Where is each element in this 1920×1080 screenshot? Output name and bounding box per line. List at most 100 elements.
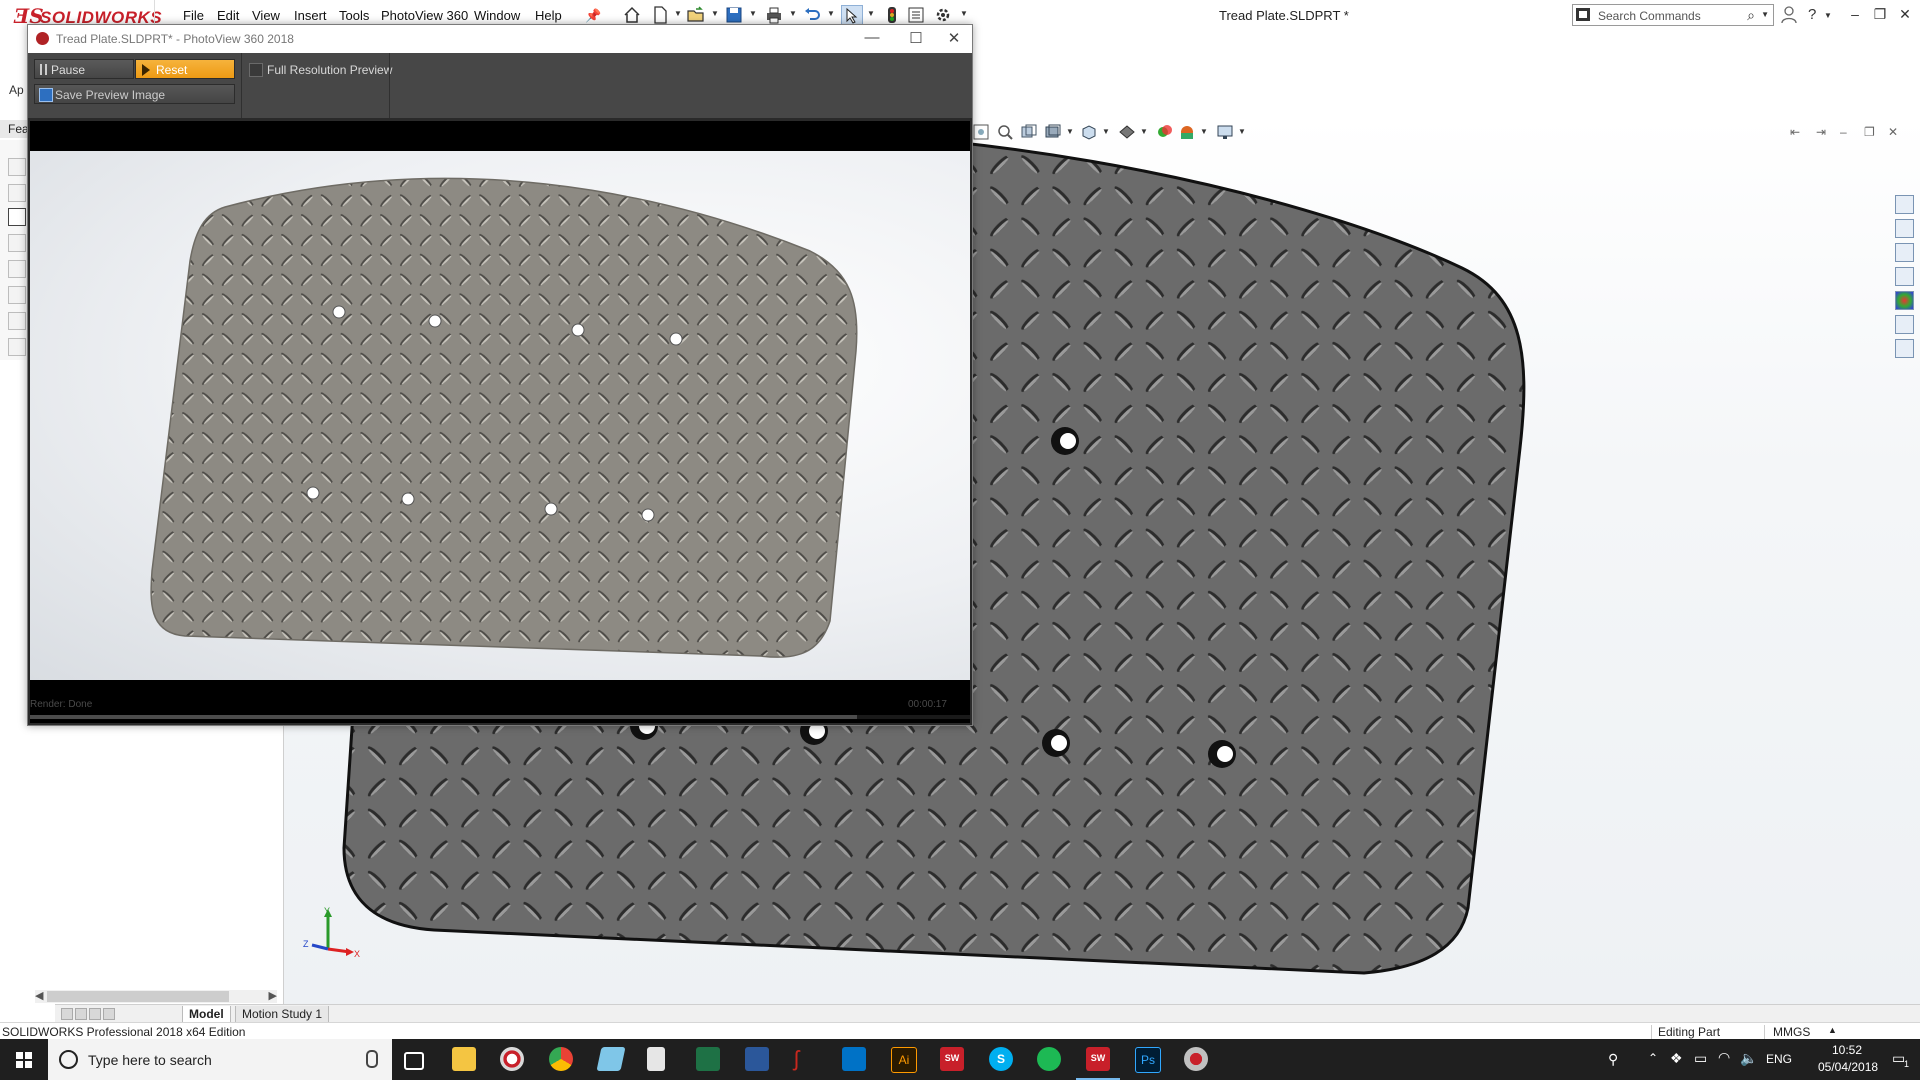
skype-icon[interactable]: S — [989, 1047, 1013, 1071]
tile-right-icon[interactable]: ⇥ — [1816, 125, 1826, 139]
render-app-icon[interactable] — [1184, 1047, 1208, 1071]
new-document-icon[interactable] — [650, 5, 670, 25]
photoview-close-button[interactable]: ✕ — [939, 29, 969, 47]
calculator-icon[interactable] — [647, 1047, 665, 1071]
dimension-icon[interactable] — [8, 234, 26, 252]
scroll-left-icon[interactable]: ◀ — [35, 989, 43, 1002]
menu-file[interactable]: File — [183, 8, 204, 23]
open-folder-icon[interactable] — [686, 5, 706, 25]
windows-start-icon[interactable] — [0, 1039, 48, 1080]
input-language[interactable]: ENG — [1766, 1052, 1792, 1066]
notes-icon[interactable] — [596, 1047, 626, 1071]
microphone-icon[interactable] — [366, 1050, 378, 1068]
reset-button[interactable]: Reset — [135, 59, 235, 79]
minimize-button[interactable]: – — [1844, 6, 1866, 22]
chevron-down-icon[interactable]: ▼ — [749, 10, 757, 18]
balloon-icon[interactable] — [8, 312, 26, 330]
next-tab-icon[interactable] — [89, 1008, 101, 1020]
solidworks-2018-icon[interactable]: SW — [940, 1047, 964, 1071]
menu-view[interactable]: View — [252, 8, 280, 23]
file-explorer-icon[interactable] — [1895, 243, 1914, 262]
spotify-icon[interactable] — [1037, 1047, 1061, 1071]
appearances-icon[interactable] — [1895, 291, 1914, 310]
resources-home-icon[interactable] — [1895, 195, 1914, 214]
photoshop-icon[interactable]: Ps — [1135, 1047, 1161, 1073]
chevron-down-icon[interactable]: ▼ — [789, 10, 797, 18]
people-icon[interactable]: ⚲ — [1608, 1051, 1618, 1068]
horizontal-scrollbar[interactable]: ◀ ▶ — [35, 990, 277, 1003]
wifi-icon[interactable]: ◠ — [1718, 1049, 1730, 1066]
solidworks-launcher-icon[interactable] — [500, 1047, 524, 1071]
unit-system[interactable]: MMGS — [1764, 1025, 1810, 1039]
render-preview-viewport[interactable] — [30, 151, 970, 680]
pause-button[interactable]: Pause — [34, 59, 134, 79]
view-orientation-icon[interactable] — [1080, 123, 1098, 141]
view-palette-icon[interactable] — [1895, 267, 1914, 286]
menu-photoview[interactable]: PhotoView 360 — [381, 8, 468, 23]
forum-icon[interactable] — [1895, 339, 1914, 358]
taskbar-search-field[interactable]: Type here to search — [48, 1039, 392, 1080]
solidworks-2018-active-icon[interactable]: SW — [1086, 1047, 1110, 1071]
print-icon[interactable] — [764, 5, 784, 25]
command-tab-partial[interactable]: Ap — [9, 83, 24, 97]
active-tool-icon[interactable] — [8, 208, 26, 226]
volume-icon[interactable]: 🔈 — [1740, 1050, 1757, 1067]
gear-icon[interactable] — [933, 5, 953, 25]
tab-model[interactable]: Model — [182, 1006, 231, 1023]
last-tab-icon[interactable] — [103, 1008, 115, 1020]
chevron-down-icon[interactable]: ▼ — [1066, 127, 1074, 136]
full-resolution-checkbox[interactable] — [249, 63, 263, 77]
custom-properties-icon[interactable] — [1895, 315, 1914, 334]
section-view-icon[interactable] — [1044, 123, 1062, 141]
menu-tools[interactable]: Tools — [339, 8, 369, 23]
menu-edit[interactable]: Edit — [217, 8, 239, 23]
view-settings-icon[interactable] — [1216, 123, 1234, 141]
chevron-down-icon[interactable]: ▼ — [1140, 127, 1148, 136]
chevron-down-icon[interactable]: ▼ — [674, 10, 682, 18]
text-tool-icon[interactable] — [8, 158, 26, 176]
scroll-right-icon[interactable]: ▶ — [269, 989, 277, 1002]
acrobat-icon[interactable]: ʃ — [794, 1047, 818, 1071]
zoom-to-fit-icon[interactable] — [972, 123, 990, 141]
chevron-down-icon[interactable]: ▼ — [1102, 127, 1110, 136]
clock-date[interactable]: 05/04/2018 — [1818, 1060, 1878, 1074]
menu-help[interactable]: Help — [535, 8, 562, 23]
chevron-down-icon[interactable]: ▼ — [1200, 127, 1208, 136]
pin-icon[interactable]: 📌 — [585, 8, 601, 24]
outlook-icon[interactable] — [842, 1047, 866, 1071]
search-icon[interactable]: ⌕ — [1747, 7, 1755, 24]
file-explorer-icon[interactable] — [452, 1047, 476, 1071]
chevron-down-icon[interactable]: ▼ — [827, 10, 835, 18]
photoview-maximize-button[interactable]: ☐ — [901, 29, 931, 47]
illustrator-icon[interactable]: Ai — [891, 1047, 917, 1073]
prev-tab-icon[interactable] — [75, 1008, 87, 1020]
chevron-up-icon[interactable]: ▲ — [1828, 1025, 1837, 1035]
sketch-tool-icon[interactable] — [8, 184, 26, 202]
chevron-down-icon[interactable]: ▼ — [867, 10, 875, 18]
undo-icon[interactable] — [802, 5, 822, 25]
chevron-down-icon[interactable]: ▼ — [1824, 11, 1832, 20]
dropbox-icon[interactable]: ❖ — [1670, 1050, 1683, 1067]
traffic-light-icon[interactable] — [882, 5, 902, 25]
previous-view-icon[interactable] — [1020, 123, 1038, 141]
photoview-titlebar[interactable]: Tread Plate.SLDPRT* - PhotoView 360 2018… — [28, 25, 972, 53]
battery-icon[interactable]: ▭ — [1694, 1050, 1707, 1067]
weld-icon[interactable] — [8, 338, 26, 356]
chevron-down-icon[interactable]: ▼ — [1238, 127, 1246, 136]
file-properties-icon[interactable] — [906, 5, 926, 25]
doc-minimize-icon[interactable]: – — [1840, 125, 1847, 139]
chevron-down-icon[interactable]: ▼ — [711, 10, 719, 18]
design-library-icon[interactable] — [1895, 219, 1914, 238]
first-tab-icon[interactable] — [61, 1008, 73, 1020]
search-commands-field[interactable]: Search Commands ⌕ ▼ — [1572, 4, 1774, 26]
tile-left-icon[interactable]: ⇤ — [1790, 125, 1800, 139]
menu-insert[interactable]: Insert — [294, 8, 327, 23]
full-resolution-toggle[interactable]: Full Resolution Preview — [249, 63, 392, 77]
display-style-icon[interactable] — [1118, 123, 1136, 141]
restore-button[interactable]: ❐ — [1869, 6, 1891, 23]
chevron-down-icon[interactable]: ▼ — [960, 10, 968, 18]
menu-window[interactable]: Window — [474, 8, 520, 23]
save-icon[interactable] — [724, 5, 744, 25]
note-icon[interactable] — [8, 286, 26, 304]
user-icon[interactable] — [1781, 6, 1797, 24]
